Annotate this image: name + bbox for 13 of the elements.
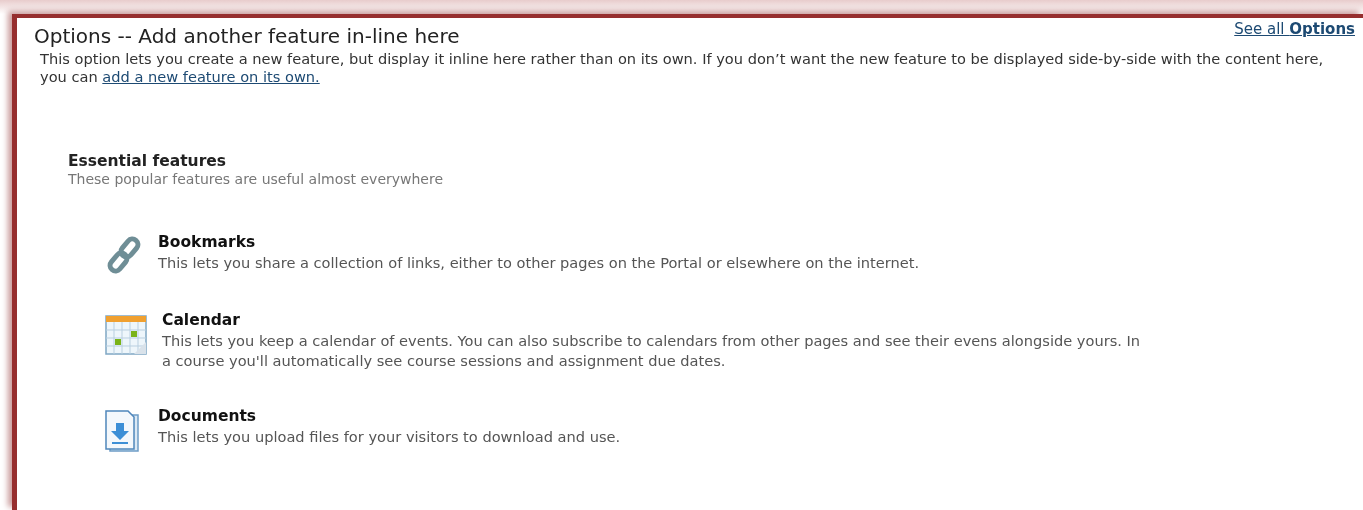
intro-paragraph: This option lets you create a new feature, but display it inline here rather than on its own. If you don’t want the new feature to be displayed side-by-side with the content here, you can add a new feature on its own. [40,50,1325,86]
calendar-icon [104,313,148,357]
see-all-options-link[interactable]: See all Options [1234,20,1355,38]
panel-title: Options -- Add another feature in-line here [34,23,460,50]
add-feature-link[interactable]: add a new feature on its own. [102,68,320,85]
feature-description: This lets you share a collection of links, either to other pages on the Portal or elsewhere on the internet. [158,253,920,273]
feature-description: This lets you upload files for your visitors to download and use. [158,427,621,447]
feature-description: This lets you keep a calendar of events. You can also subscribe to calendars from other pages and see their evens alongside yours. In a course you'll automatically see course sessions and assignment due dates. [162,331,1142,371]
feature-name[interactable]: Bookmarks [158,233,256,251]
feature-name[interactable]: Calendar [162,311,240,329]
section-subtitle: These popular features are useful almost everywhere [68,171,445,187]
section-title: Essential features [68,152,228,170]
feature-name[interactable]: Documents [158,407,257,425]
